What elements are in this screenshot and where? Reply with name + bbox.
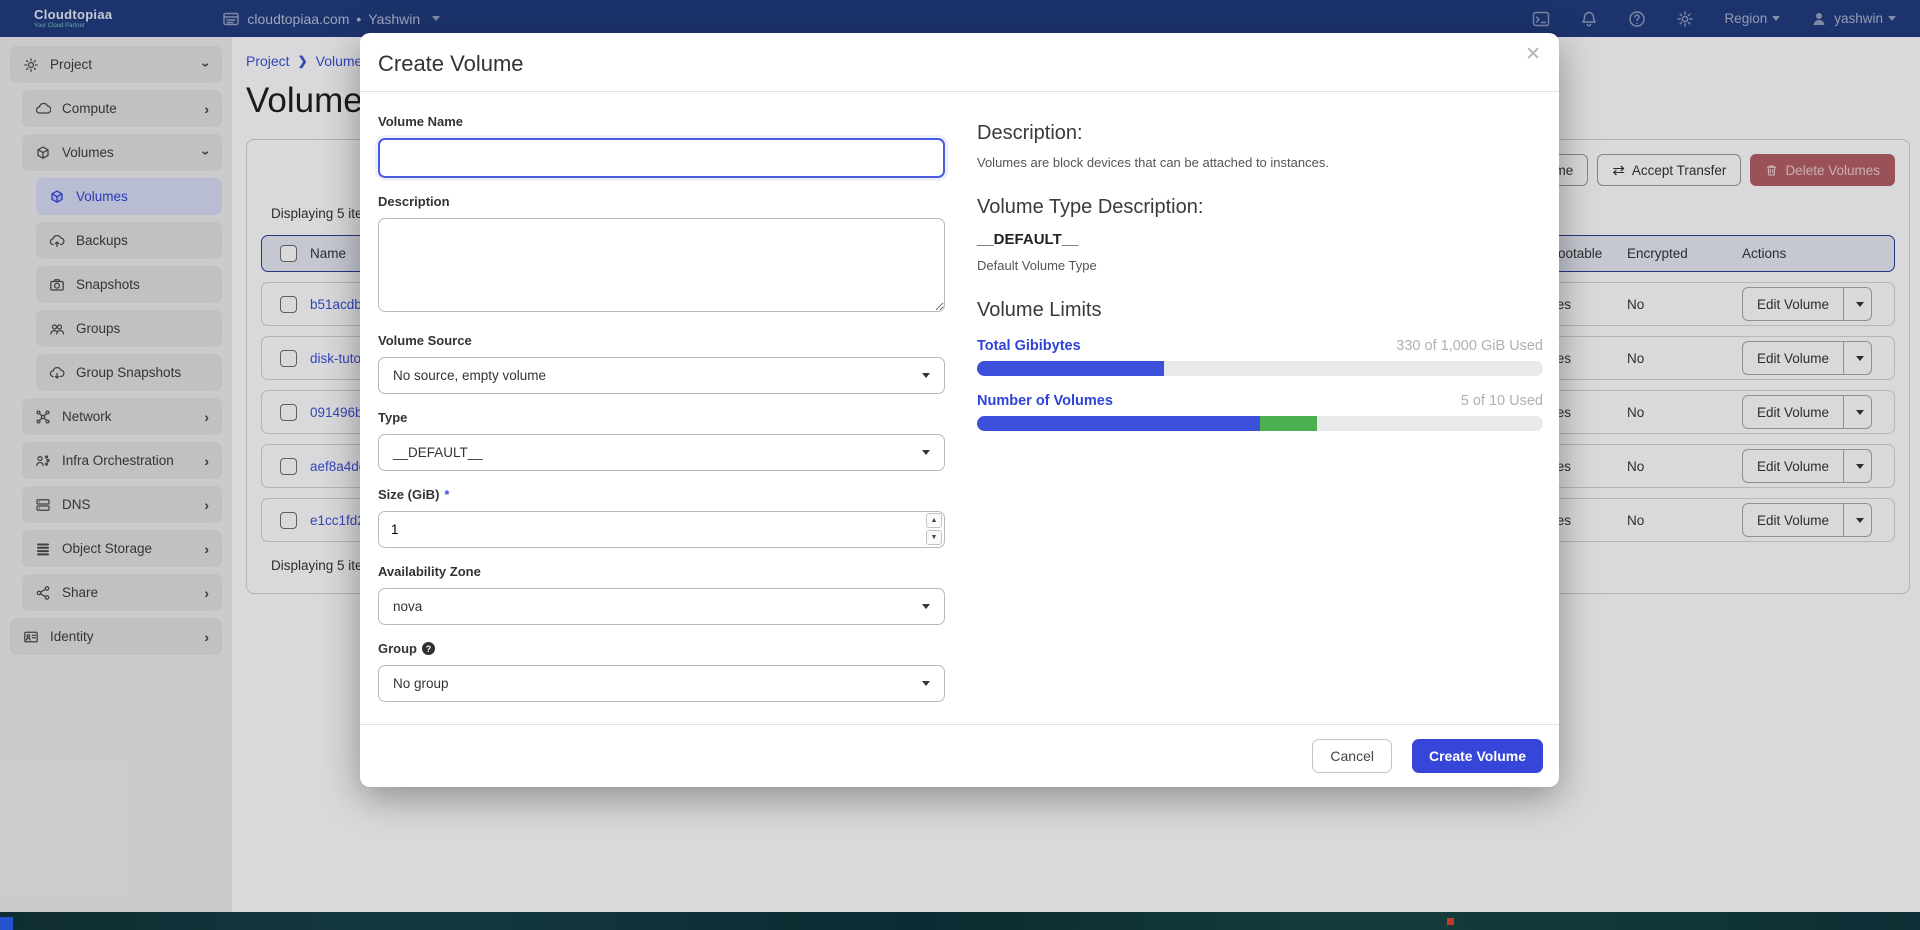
number-of-volumes-label: Number of Volumes <box>977 393 1113 409</box>
spinner-down-button[interactable]: ▼ <box>926 530 942 545</box>
group-select[interactable]: No group <box>378 665 945 702</box>
volume-limits-heading: Volume Limits <box>977 299 1543 322</box>
volume-name-input[interactable] <box>378 138 945 178</box>
number-of-volumes-usage: 5 of 10 Used <box>1461 393 1543 409</box>
volumes-progress-bar <box>977 416 1543 431</box>
total-gibibytes-label: Total Gibibytes <box>977 338 1081 354</box>
type-value: __DEFAULT__ <box>393 445 483 460</box>
availability-zone-select[interactable]: nova <box>378 588 945 625</box>
chevron-down-icon <box>922 681 930 686</box>
availability-zone-label: Availability Zone <box>378 564 945 579</box>
total-gibibytes-usage: 330 of 1,000 GiB Used <box>1396 338 1543 354</box>
volume-source-label: Volume Source <box>378 333 945 348</box>
gibibytes-used-fill <box>977 361 1164 376</box>
strip-red-dot <box>1447 918 1454 925</box>
availability-zone-value: nova <box>393 599 422 614</box>
size-input[interactable] <box>378 511 945 548</box>
modal-body: Volume Name Description Volume Source No… <box>360 92 1559 724</box>
desktop-taskbar-strip <box>0 912 1920 930</box>
volume-source-select[interactable]: No source, empty volume <box>378 357 945 394</box>
app-root: Cloudtopiaa Your Cloud Partner cloudtopi… <box>0 0 1920 930</box>
modal-info-panel: Description: Volumes are block devices t… <box>977 96 1543 724</box>
chevron-down-icon <box>922 373 930 378</box>
volume-type-description-heading: Volume Type Description: <box>977 196 1543 219</box>
volume-type-name: __DEFAULT__ <box>977 231 1543 248</box>
description-heading: Description: <box>977 122 1543 145</box>
close-icon[interactable]: ✕ <box>1525 45 1541 64</box>
group-value: No group <box>393 676 449 691</box>
chevron-down-icon <box>922 604 930 609</box>
required-asterisk: * <box>444 487 449 502</box>
description-textarea[interactable] <box>378 218 945 312</box>
size-label: Size (GiB) <box>378 487 439 502</box>
volumes-used-fill <box>977 416 1260 431</box>
type-select[interactable]: __DEFAULT__ <box>378 434 945 471</box>
volumes-new-fill <box>1260 416 1317 431</box>
help-icon[interactable]: ? <box>422 642 435 655</box>
create-volume-submit-button[interactable]: Create Volume <box>1412 739 1543 773</box>
spinner-up-button[interactable]: ▲ <box>926 513 942 528</box>
description-body: Volumes are block devices that can be at… <box>977 155 1543 170</box>
cancel-button[interactable]: Cancel <box>1312 739 1392 773</box>
description-label: Description <box>378 194 945 209</box>
create-volume-form: Volume Name Description Volume Source No… <box>378 96 945 724</box>
create-volume-modal: Create Volume ✕ Volume Name Description … <box>360 33 1559 787</box>
gibibytes-progress-bar <box>977 361 1543 376</box>
modal-header: Create Volume ✕ <box>360 33 1559 92</box>
group-label: Group <box>378 641 417 656</box>
volume-source-value: No source, empty volume <box>393 368 546 383</box>
chevron-down-icon <box>922 450 930 455</box>
modal-footer: Cancel Create Volume <box>360 724 1559 787</box>
strip-blue-square <box>0 917 13 930</box>
volume-type-desc: Default Volume Type <box>977 258 1543 273</box>
volume-name-label: Volume Name <box>378 114 945 129</box>
modal-title: Create Volume <box>378 51 524 76</box>
type-label: Type <box>378 410 945 425</box>
